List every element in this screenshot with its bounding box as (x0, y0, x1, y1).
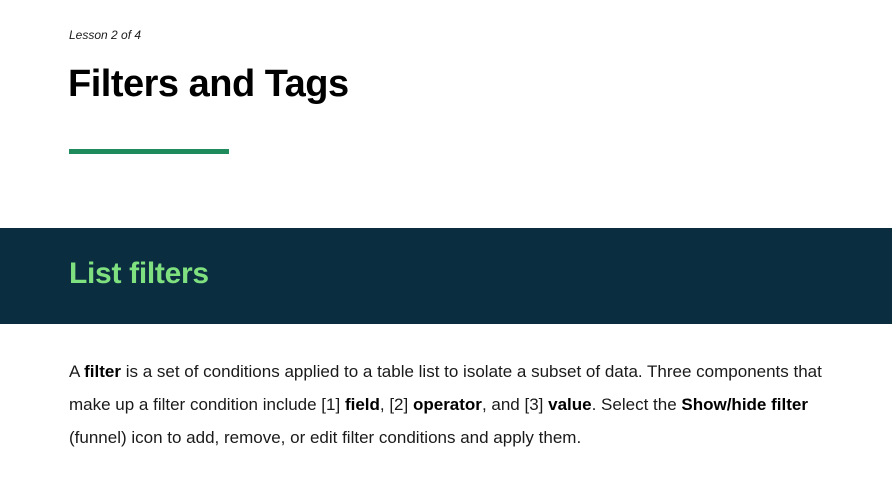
term-value: value (548, 395, 592, 414)
paragraph-text: , and [3] (481, 395, 549, 414)
term-field: field (344, 395, 380, 414)
paragraph-text: . Select the (591, 395, 682, 414)
paragraph-text: (funnel) icon to add, remove, or edit fi… (69, 428, 582, 447)
term-show-hide-filter: Show/hide filter (681, 395, 808, 414)
lesson-page: Lesson 2 of 4 Filters and Tags List filt… (0, 0, 892, 502)
paragraph-text: A (69, 362, 85, 381)
paragraph-text: , [2] (379, 395, 413, 414)
section-heading: List filters (69, 257, 209, 290)
body-paragraph: A filter is a set of conditions applied … (69, 355, 839, 454)
term-operator: operator (412, 395, 482, 414)
lesson-title: Filters and Tags (68, 63, 349, 105)
lesson-counter: Lesson 2 of 4 (69, 28, 142, 42)
lesson-header: Lesson 2 of 4 Filters and Tags (0, 0, 892, 228)
title-underline (69, 149, 229, 154)
term-filter: filter (84, 362, 121, 381)
